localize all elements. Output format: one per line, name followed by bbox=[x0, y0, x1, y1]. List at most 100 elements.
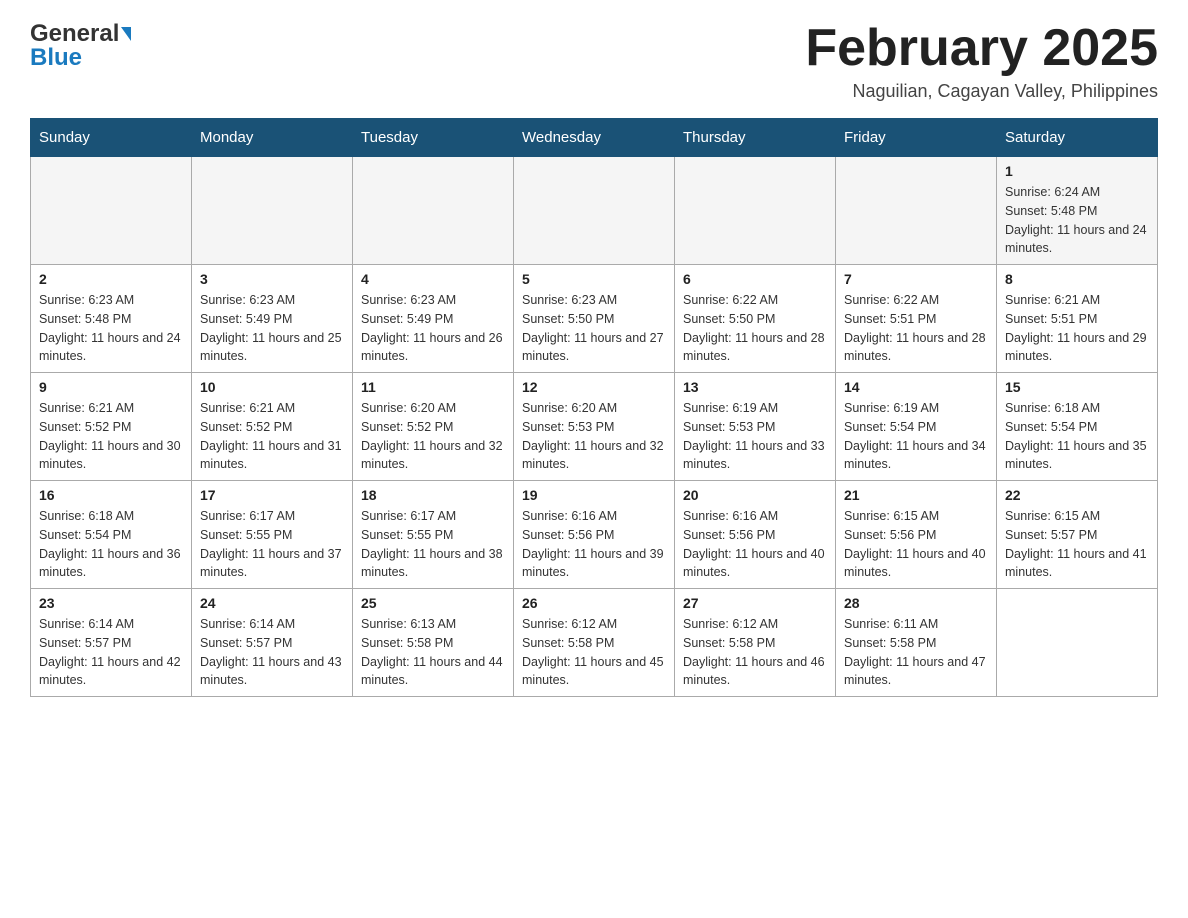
calendar-table: SundayMondayTuesdayWednesdayThursdayFrid… bbox=[30, 118, 1158, 697]
day-info: Sunrise: 6:17 AMSunset: 5:55 PMDaylight:… bbox=[361, 507, 505, 582]
day-info: Sunrise: 6:19 AMSunset: 5:53 PMDaylight:… bbox=[683, 399, 827, 474]
calendar-cell: 27 Sunrise: 6:12 AMSunset: 5:58 PMDayligh… bbox=[675, 589, 836, 697]
day-header-friday: Friday bbox=[836, 119, 997, 157]
day-info: Sunrise: 6:17 AMSunset: 5:55 PMDaylight:… bbox=[200, 507, 344, 582]
day-info: Sunrise: 6:21 AMSunset: 5:51 PMDaylight:… bbox=[1005, 291, 1149, 366]
day-number: 27 bbox=[683, 595, 827, 611]
day-number: 5 bbox=[522, 271, 666, 287]
day-number: 11 bbox=[361, 379, 505, 395]
day-number: 19 bbox=[522, 487, 666, 503]
calendar-cell bbox=[997, 589, 1158, 697]
day-info: Sunrise: 6:16 AMSunset: 5:56 PMDaylight:… bbox=[683, 507, 827, 582]
day-header-thursday: Thursday bbox=[675, 119, 836, 157]
calendar-cell: 22Sunrise: 6:15 AMSunset: 5:57 PMDayligh… bbox=[997, 481, 1158, 589]
calendar-cell bbox=[675, 157, 836, 265]
day-number: 16 bbox=[39, 487, 183, 503]
logo-triangle-icon bbox=[121, 27, 131, 41]
day-header-sunday: Sunday bbox=[31, 119, 192, 157]
calendar-cell: 10 Sunrise: 6:21 AMSunset: 5:52 PMDayligh… bbox=[192, 373, 353, 481]
day-number: 12 bbox=[522, 379, 666, 395]
day-header-tuesday: Tuesday bbox=[353, 119, 514, 157]
week-row-3: 9Sunrise: 6:21 AMSunset: 5:52 PMDaylight… bbox=[31, 373, 1158, 481]
day-number: 10 bbox=[200, 379, 344, 395]
day-number: 28 bbox=[844, 595, 988, 611]
day-number: 15 bbox=[1005, 379, 1149, 395]
day-info: Sunrise: 6:24 AMSunset: 5:48 PMDaylight:… bbox=[1005, 183, 1149, 258]
day-number: 21 bbox=[844, 487, 988, 503]
calendar-cell bbox=[836, 157, 997, 265]
day-info: Sunrise: 6:15 AMSunset: 5:56 PMDaylight:… bbox=[844, 507, 988, 582]
calendar-cell: 4 Sunrise: 6:23 AMSunset: 5:49 PMDaylight… bbox=[353, 265, 514, 373]
calendar-cell: 9Sunrise: 6:21 AMSunset: 5:52 PMDaylight… bbox=[31, 373, 192, 481]
calendar-cell: 25Sunrise: 6:13 AMSunset: 5:58 PMDayligh… bbox=[353, 589, 514, 697]
day-number: 14 bbox=[844, 379, 988, 395]
day-number: 2 bbox=[39, 271, 183, 287]
day-info: Sunrise: 6:12 AMSunset: 5:58 PMDaylight:… bbox=[683, 615, 827, 690]
day-number: 3 bbox=[200, 271, 344, 287]
day-number: 6 bbox=[683, 271, 827, 287]
calendar-cell: 26 Sunrise: 6:12 AMSunset: 5:58 PMDayligh… bbox=[514, 589, 675, 697]
day-header-monday: Monday bbox=[192, 119, 353, 157]
day-info: Sunrise: 6:18 AMSunset: 5:54 PMDaylight:… bbox=[1005, 399, 1149, 474]
day-number: 7 bbox=[844, 271, 988, 287]
calendar-cell: 13 Sunrise: 6:19 AMSunset: 5:53 PMDayligh… bbox=[675, 373, 836, 481]
week-row-5: 23 Sunrise: 6:14 AMSunset: 5:57 PMDayligh… bbox=[31, 589, 1158, 697]
day-number: 17 bbox=[200, 487, 344, 503]
day-info: Sunrise: 6:14 AMSunset: 5:57 PMDaylight:… bbox=[39, 615, 183, 690]
calendar-cell: 21 Sunrise: 6:15 AMSunset: 5:56 PMDayligh… bbox=[836, 481, 997, 589]
day-number: 8 bbox=[1005, 271, 1149, 287]
week-row-1: 1 Sunrise: 6:24 AMSunset: 5:48 PMDaylight… bbox=[31, 157, 1158, 265]
calendar-cell: 14Sunrise: 6:19 AMSunset: 5:54 PMDayligh… bbox=[836, 373, 997, 481]
day-number: 18 bbox=[361, 487, 505, 503]
page-header: General Blue February 2025 Naguilian, Ca… bbox=[30, 20, 1158, 102]
calendar-cell bbox=[514, 157, 675, 265]
calendar-body: 1 Sunrise: 6:24 AMSunset: 5:48 PMDaylight… bbox=[31, 157, 1158, 697]
logo: General Blue bbox=[30, 20, 131, 72]
day-header-saturday: Saturday bbox=[997, 119, 1158, 157]
title-section: February 2025 Naguilian, Cagayan Valley,… bbox=[805, 20, 1158, 102]
day-info: Sunrise: 6:22 AMSunset: 5:51 PMDaylight:… bbox=[844, 291, 988, 366]
day-number: 20 bbox=[683, 487, 827, 503]
day-info: Sunrise: 6:12 AMSunset: 5:58 PMDaylight:… bbox=[522, 615, 666, 690]
calendar-cell: 15 Sunrise: 6:18 AMSunset: 5:54 PMDayligh… bbox=[997, 373, 1158, 481]
calendar-cell bbox=[353, 157, 514, 265]
day-number: 23 bbox=[39, 595, 183, 611]
day-info: Sunrise: 6:21 AMSunset: 5:52 PMDaylight:… bbox=[39, 399, 183, 474]
day-info: Sunrise: 6:20 AMSunset: 5:52 PMDaylight:… bbox=[361, 399, 505, 474]
day-info: Sunrise: 6:23 AMSunset: 5:48 PMDaylight:… bbox=[39, 291, 183, 366]
calendar-cell: 12Sunrise: 6:20 AMSunset: 5:53 PMDayligh… bbox=[514, 373, 675, 481]
calendar-cell: 19 Sunrise: 6:16 AMSunset: 5:56 PMDayligh… bbox=[514, 481, 675, 589]
day-number: 24 bbox=[200, 595, 344, 611]
calendar-cell: 3 Sunrise: 6:23 AMSunset: 5:49 PMDaylight… bbox=[192, 265, 353, 373]
day-header-row: SundayMondayTuesdayWednesdayThursdayFrid… bbox=[31, 119, 1158, 157]
day-info: Sunrise: 6:23 AMSunset: 5:49 PMDaylight:… bbox=[361, 291, 505, 366]
day-info: Sunrise: 6:14 AMSunset: 5:57 PMDaylight:… bbox=[200, 615, 344, 690]
day-info: Sunrise: 6:11 AMSunset: 5:58 PMDaylight:… bbox=[844, 615, 988, 690]
day-info: Sunrise: 6:13 AMSunset: 5:58 PMDaylight:… bbox=[361, 615, 505, 690]
week-row-2: 2 Sunrise: 6:23 AMSunset: 5:48 PMDaylight… bbox=[31, 265, 1158, 373]
location: Naguilian, Cagayan Valley, Philippines bbox=[805, 81, 1158, 102]
calendar-cell: 24 Sunrise: 6:14 AMSunset: 5:57 PMDayligh… bbox=[192, 589, 353, 697]
calendar-cell: 16 Sunrise: 6:18 AMSunset: 5:54 PMDayligh… bbox=[31, 481, 192, 589]
day-info: Sunrise: 6:15 AMSunset: 5:57 PMDaylight:… bbox=[1005, 507, 1149, 582]
week-row-4: 16 Sunrise: 6:18 AMSunset: 5:54 PMDayligh… bbox=[31, 481, 1158, 589]
calendar-cell: 6Sunrise: 6:22 AMSunset: 5:50 PMDaylight… bbox=[675, 265, 836, 373]
calendar-header: SundayMondayTuesdayWednesdayThursdayFrid… bbox=[31, 119, 1158, 157]
day-info: Sunrise: 6:18 AMSunset: 5:54 PMDaylight:… bbox=[39, 507, 183, 582]
day-number: 13 bbox=[683, 379, 827, 395]
calendar-cell: 1 Sunrise: 6:24 AMSunset: 5:48 PMDaylight… bbox=[997, 157, 1158, 265]
calendar-cell: 8 Sunrise: 6:21 AMSunset: 5:51 PMDaylight… bbox=[997, 265, 1158, 373]
day-number: 1 bbox=[1005, 163, 1149, 179]
calendar-cell bbox=[31, 157, 192, 265]
calendar-cell: 20 Sunrise: 6:16 AMSunset: 5:56 PMDayligh… bbox=[675, 481, 836, 589]
day-info: Sunrise: 6:21 AMSunset: 5:52 PMDaylight:… bbox=[200, 399, 344, 474]
calendar-cell: 17 Sunrise: 6:17 AMSunset: 5:55 PMDayligh… bbox=[192, 481, 353, 589]
day-header-wednesday: Wednesday bbox=[514, 119, 675, 157]
day-info: Sunrise: 6:23 AMSunset: 5:49 PMDaylight:… bbox=[200, 291, 344, 366]
calendar-cell: 18 Sunrise: 6:17 AMSunset: 5:55 PMDayligh… bbox=[353, 481, 514, 589]
calendar-cell: 11 Sunrise: 6:20 AMSunset: 5:52 PMDayligh… bbox=[353, 373, 514, 481]
day-info: Sunrise: 6:23 AMSunset: 5:50 PMDaylight:… bbox=[522, 291, 666, 366]
day-number: 4 bbox=[361, 271, 505, 287]
day-info: Sunrise: 6:16 AMSunset: 5:56 PMDaylight:… bbox=[522, 507, 666, 582]
day-number: 26 bbox=[522, 595, 666, 611]
